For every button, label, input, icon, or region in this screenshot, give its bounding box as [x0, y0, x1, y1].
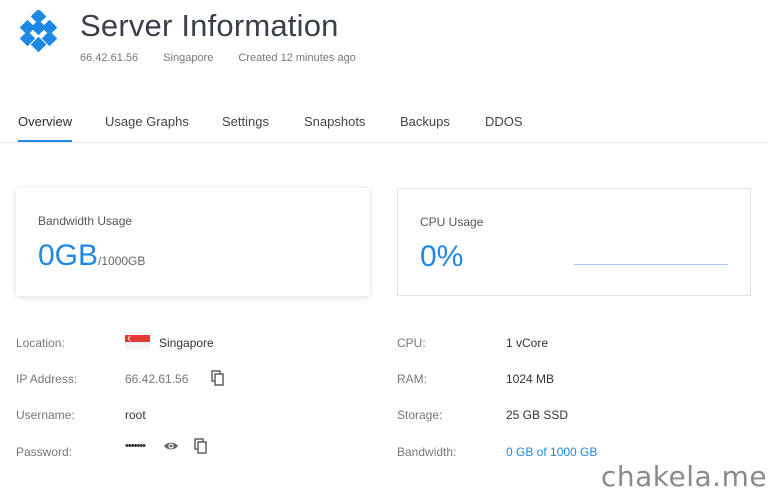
bandwidth-usage-card: Bandwidth Usage 0GB/1000GB	[16, 188, 370, 296]
password-label: Password:	[16, 445, 73, 459]
vultr-logo-icon	[19, 10, 58, 52]
tab-ddos[interactable]: DDOS	[485, 114, 523, 140]
bandwidth-value-link[interactable]: 0 GB of 1000 GB	[506, 445, 597, 459]
meta-ip: 66.42.61.56	[80, 52, 139, 64]
cpu-card-label: CPU Usage	[420, 215, 484, 229]
tab-usage-graphs[interactable]: Usage Graphs	[105, 114, 189, 140]
tab-settings[interactable]: Settings	[222, 114, 269, 140]
username-value: root	[125, 408, 146, 422]
cpu-card-value: 0%	[420, 240, 464, 273]
copy-password-icon[interactable]	[193, 438, 209, 454]
eye-icon[interactable]	[163, 438, 179, 454]
bandwidth-label: Bandwidth:	[397, 445, 457, 459]
copy-icon[interactable]	[210, 370, 226, 386]
watermark: chakela.me	[601, 460, 768, 493]
cpu-value: 1 vCore	[506, 336, 549, 350]
meta-created: Created 12 minutes ago	[238, 52, 356, 64]
meta-region: Singapore	[163, 52, 214, 64]
tab-snapshots[interactable]: Snapshots	[304, 114, 365, 140]
cpu-usage-card: CPU Usage 0%	[397, 188, 751, 296]
ram-value: 1024 MB	[506, 372, 555, 386]
location-label: Location:	[16, 336, 65, 350]
bandwidth-card-value: 0GB	[38, 239, 99, 272]
username-label: Username:	[16, 408, 75, 422]
bandwidth-card-label: Bandwidth Usage	[38, 214, 133, 228]
storage-label: Storage:	[397, 408, 443, 422]
bandwidth-card-unit: /1000GB	[98, 254, 146, 268]
password-value: •••••••	[125, 440, 146, 452]
cpu-label: CPU:	[397, 336, 426, 350]
storage-value: 25 GB SSD	[506, 408, 569, 422]
bandwidth-card-value-wrap: 0GB/1000GB	[38, 239, 145, 273]
tab-bar: Overview Usage Graphs Settings Snapshots…	[0, 104, 768, 143]
page-title: Server Information	[80, 8, 339, 43]
cpu-usage-sparkline	[574, 264, 728, 265]
ip-address-label: IP Address:	[16, 372, 78, 386]
tab-overview[interactable]: Overview	[18, 114, 73, 142]
location-value: Singapore	[159, 336, 214, 350]
singapore-flag-icon	[125, 335, 150, 349]
server-meta: 66.42.61.56 Singapore Created 12 minutes…	[80, 52, 378, 64]
ram-label: RAM:	[397, 372, 427, 386]
tab-backups[interactable]: Backups	[400, 114, 450, 140]
ip-address-value: 66.42.61.56	[125, 372, 189, 386]
